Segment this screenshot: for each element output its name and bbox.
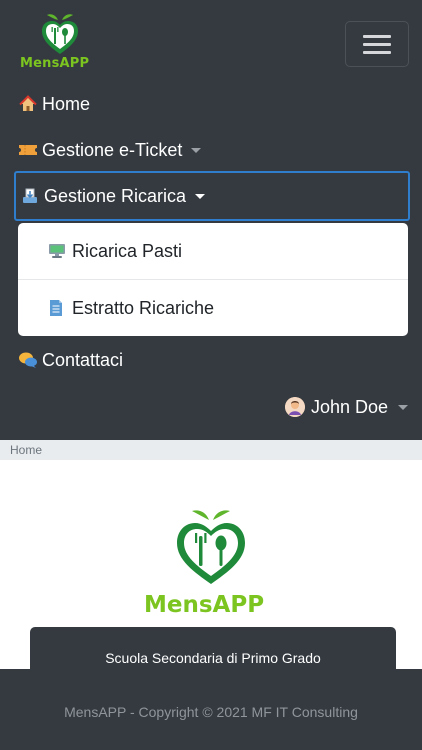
main-logo: MensAPP	[140, 506, 282, 618]
chevron-down-icon	[195, 193, 206, 199]
nav-item-contattaci[interactable]: Contattaci	[14, 337, 410, 383]
nav-item-gestione-eticket[interactable]: Gestione e-Ticket	[14, 127, 410, 173]
inbox-tray-icon	[20, 186, 40, 206]
footer-copyright: MensAPP - Copyright © 2021 MF IT Consult…	[64, 704, 358, 720]
nav-item-label: Home	[42, 93, 91, 114]
chevron-down-icon	[398, 404, 408, 410]
hamburger-icon	[363, 43, 391, 46]
nav-item-label: Contattaci	[42, 349, 124, 370]
brand-name: MensAPP	[20, 56, 90, 71]
hamburger-icon	[363, 35, 391, 38]
navbar-toggler-button[interactable]	[345, 21, 409, 67]
user-name: John Doe	[310, 396, 388, 417]
computer-icon	[48, 242, 66, 260]
logo-heart-icon	[177, 510, 245, 584]
ticket-icon	[18, 140, 38, 160]
nav-item-gestione-ricarica[interactable]: Gestione Ricarica	[14, 171, 410, 221]
dropdown-item-ricarica-pasti[interactable]: Ricarica Pasti	[18, 223, 408, 279]
chevron-down-icon	[191, 147, 202, 153]
breadcrumb-item-home[interactable]: Home	[10, 443, 42, 457]
main-logo-text: MensAPP	[144, 592, 265, 618]
avatar-icon	[284, 397, 305, 417]
nav-item-home[interactable]: Home	[14, 81, 410, 127]
school-name: Scuola Secondaria di Primo Grado	[105, 650, 321, 666]
nav-item-label: Gestione e-Ticket	[42, 139, 183, 160]
user-menu[interactable]: John Doe	[284, 390, 408, 424]
dropdown-item-label: Ricarica Pasti	[72, 240, 183, 261]
document-icon	[48, 299, 66, 317]
brand-logo[interactable]: MensAPP	[20, 12, 100, 72]
footer: MensAPP - Copyright © 2021 MF IT Consult…	[0, 669, 422, 750]
navbar: MensAPP Home Gestione e-Ticket Gestione …	[0, 0, 422, 440]
speech-bubble-icon	[18, 350, 38, 370]
dropdown-item-label: Estratto Ricariche	[72, 297, 215, 318]
house-icon	[18, 94, 38, 114]
nav-item-label: Gestione Ricarica	[44, 185, 187, 206]
breadcrumb: Home	[0, 440, 422, 460]
ricarica-dropdown-menu: Ricarica Pasti Estratto Ricariche	[18, 223, 408, 336]
hamburger-icon	[363, 51, 391, 54]
dropdown-item-estratto-ricariche[interactable]: Estratto Ricariche	[18, 280, 408, 336]
logo-heart-icon	[42, 14, 78, 54]
